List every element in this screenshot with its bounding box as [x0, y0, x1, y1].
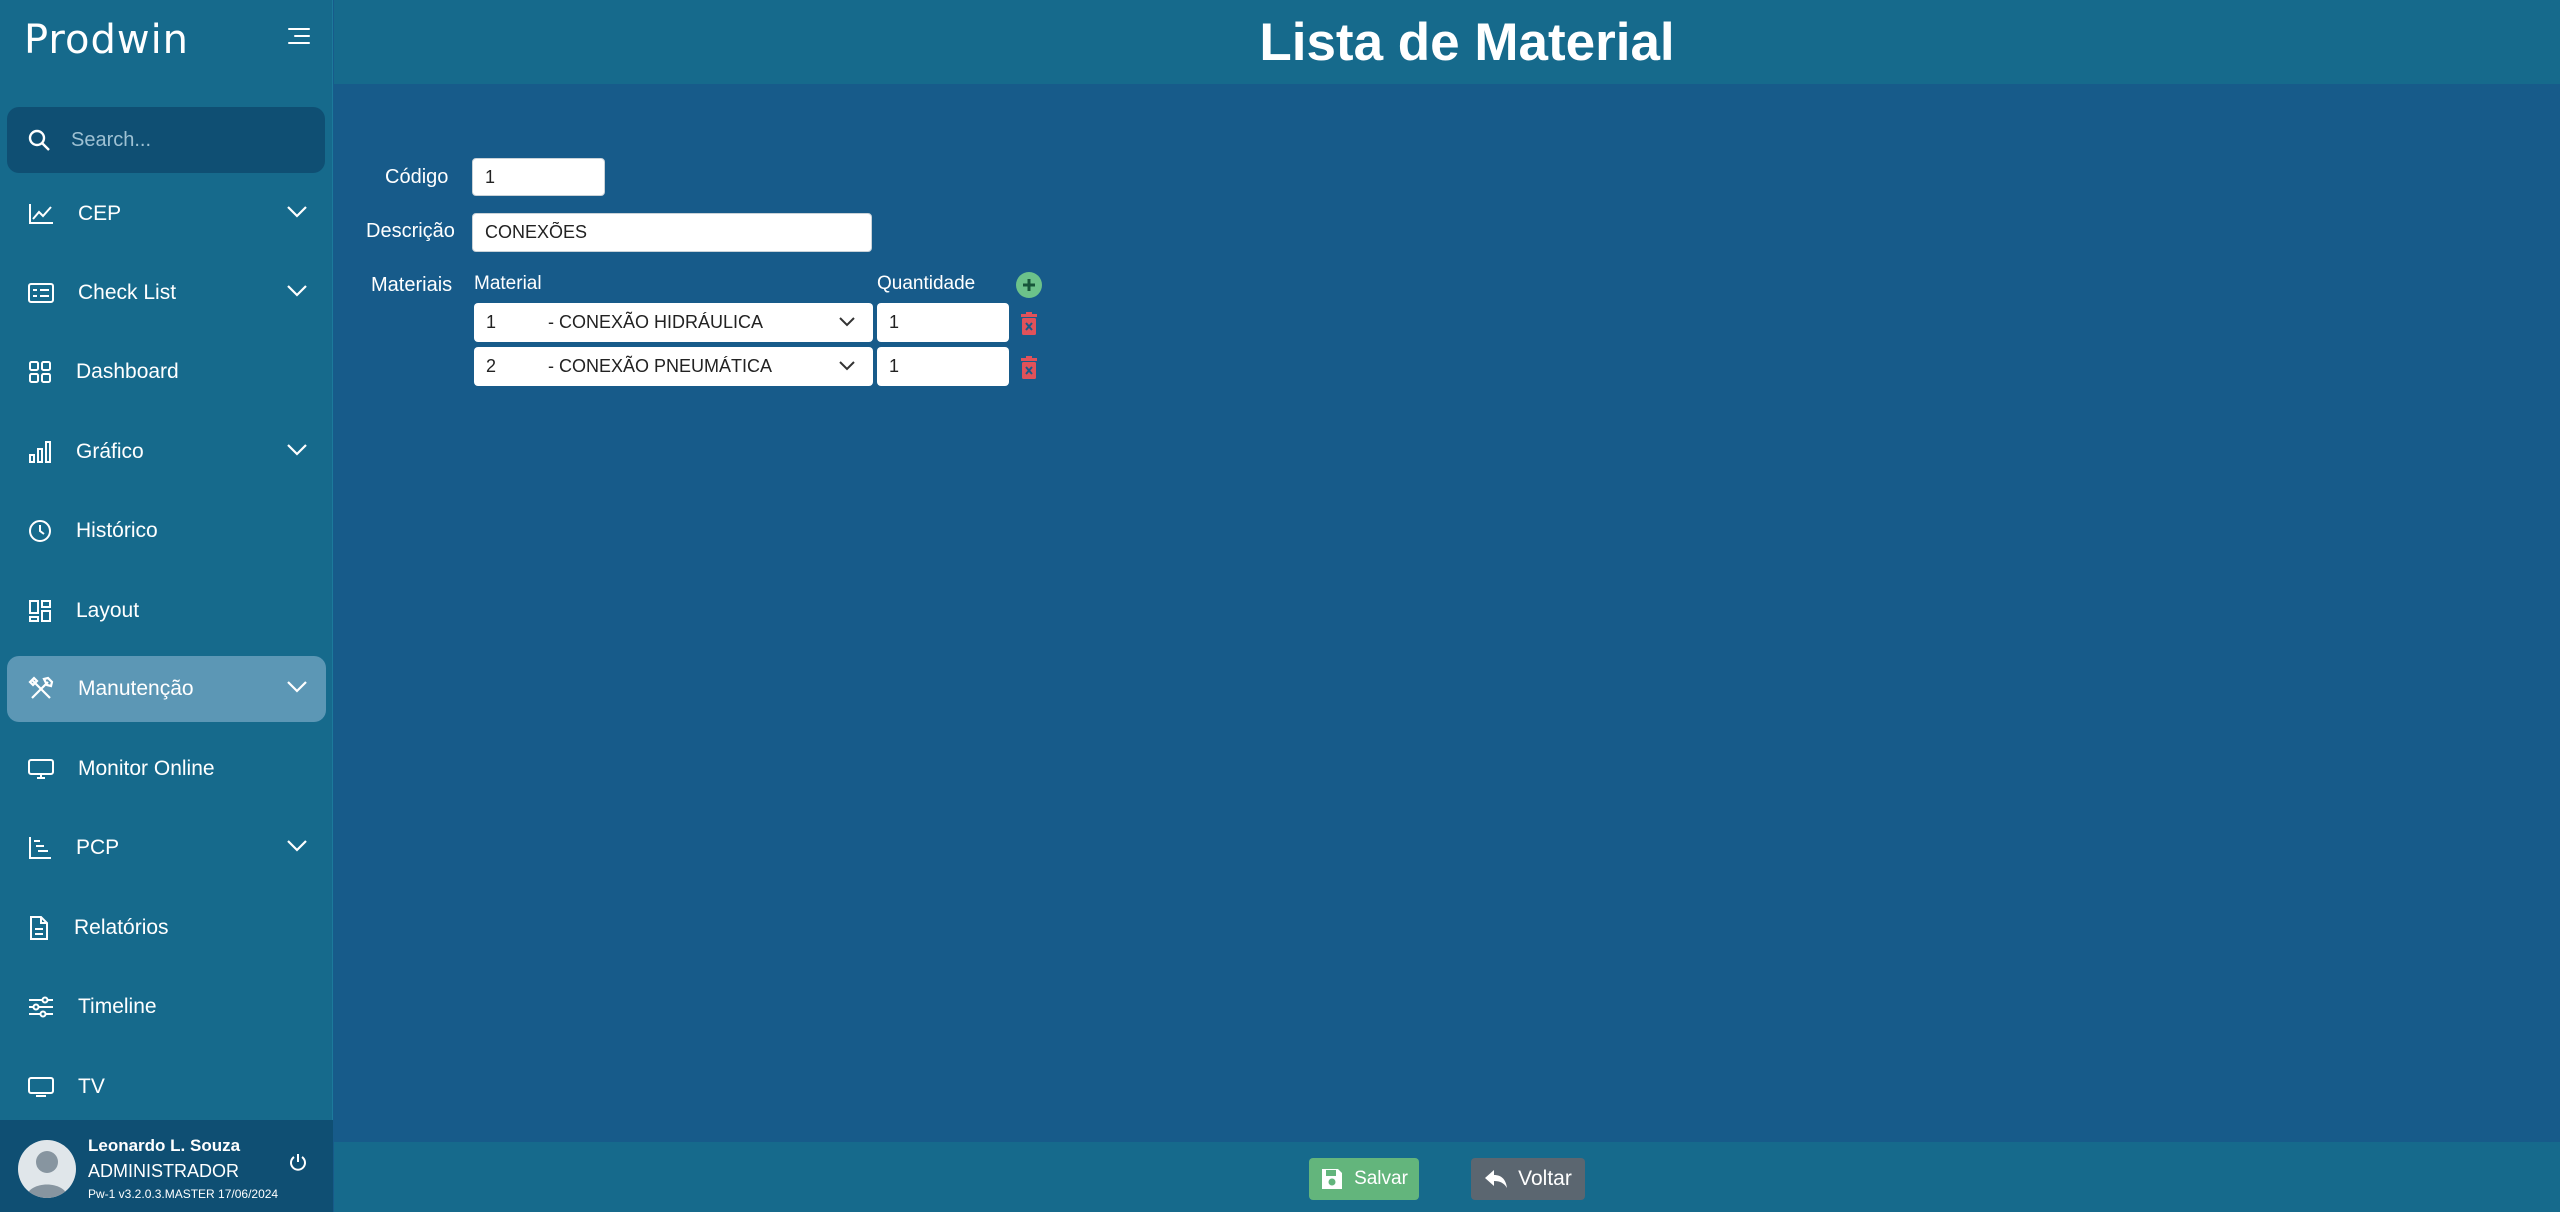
sidebar-item-label: Relatórios: [74, 915, 169, 939]
search-box: [7, 107, 325, 173]
user-role: ADMINISTRADOR: [88, 1161, 240, 1181]
sidebar-item-manutencao[interactable]: Manutenção: [7, 656, 326, 723]
quantidade-column-header: Quantidade: [877, 273, 976, 294]
menu-toggle-icon[interactable]: [288, 28, 310, 48]
tools-icon: [28, 676, 54, 700]
codigo-label: Código: [385, 166, 449, 188]
search-input[interactable]: [71, 128, 311, 152]
sidebar-item-historico[interactable]: Histórico: [0, 492, 333, 571]
document-icon: [30, 915, 48, 940]
user-panel: Leonardo L. Souza ADMINISTRADOR Pw-1 v3.…: [0, 1120, 333, 1212]
descricao-label: Descrição: [366, 220, 455, 242]
add-material-button[interactable]: [1016, 272, 1042, 298]
grid-icon: [29, 361, 51, 384]
delete-row-icon[interactable]: [1020, 312, 1038, 336]
avatar[interactable]: [18, 1140, 76, 1198]
back-label: Voltar: [1518, 1167, 1572, 1190]
materiais-label: Materiais: [371, 274, 453, 296]
save-label: Salvar: [1354, 1168, 1408, 1189]
material-column-header: Material: [474, 273, 542, 294]
sidebar-item-label: Dashboard: [76, 360, 179, 384]
sidebar-item-check-list[interactable]: Check List: [0, 253, 333, 332]
codigo-field[interactable]: [472, 158, 605, 196]
chevron-down-icon: [287, 444, 307, 456]
list-card-icon: [28, 283, 54, 304]
sidebar-item-label: Manutenção: [78, 677, 194, 701]
save-button[interactable]: Salvar: [1309, 1158, 1419, 1200]
sidebar-item-label: TV: [78, 1074, 105, 1098]
chevron-down-icon: [287, 681, 307, 693]
quantity-field[interactable]: 1: [877, 303, 1009, 342]
user-avatar-icon: [26, 1151, 68, 1198]
sidebar-item-label: Timeline: [78, 995, 157, 1019]
sidebar-item-label: CEP: [78, 201, 122, 225]
material-select[interactable]: 2 - CONEXÃO PNEUMÁTICA: [474, 347, 873, 386]
sidebar-item-label: PCP: [76, 836, 120, 860]
clock-icon: [29, 520, 51, 543]
sidebar-item-label: Monitor Online: [78, 757, 215, 781]
sidebar-item-label: Histórico: [76, 519, 158, 543]
sidebar-item-tv[interactable]: TV: [0, 1047, 333, 1126]
chevron-down-icon: [287, 285, 307, 297]
plus-icon: [1023, 279, 1035, 291]
sidebar-item-layout[interactable]: Layout: [0, 571, 333, 650]
sidebar-item-cep[interactable]: CEP: [0, 174, 333, 253]
delete-row-icon[interactable]: [1020, 356, 1038, 380]
page-title: Lista de Material: [1259, 12, 1675, 72]
descricao-field[interactable]: [472, 213, 872, 252]
sidebar-item-pcp[interactable]: PCP: [0, 809, 333, 888]
layout-icon: [29, 599, 51, 622]
material-code: 2: [486, 356, 497, 376]
sidebar-item-label: Check List: [78, 281, 177, 305]
sidebar-item-relatorios[interactable]: Relatórios: [0, 888, 333, 967]
tv-icon: [28, 1076, 54, 1097]
sidebar-item-timeline[interactable]: Timeline: [0, 968, 333, 1047]
back-button[interactable]: Voltar: [1471, 1158, 1585, 1200]
material-select[interactable]: 1 - CONEXÃO HIDRÁULICA: [474, 303, 873, 342]
material-name: - CONEXÃO HIDRÁULICA: [548, 312, 764, 332]
material-name: - CONEXÃO PNEUMÁTICA: [548, 356, 773, 376]
chevron-down-icon: [287, 205, 307, 218]
sidebar-item-label: Layout: [76, 598, 140, 622]
chevron-down-icon: [287, 840, 307, 852]
sidebar: Prodwin CEP Check List Dashboard Gráfico: [0, 0, 333, 1212]
footer-bar: Salvar Voltar: [334, 1142, 2560, 1212]
gantt-icon: [29, 837, 51, 860]
reply-arrow-icon: [1485, 1170, 1508, 1188]
sidebar-item-dashboard[interactable]: Dashboard: [0, 333, 333, 412]
floppy-disk-icon: [1322, 1169, 1343, 1189]
line-chart-icon: [29, 203, 53, 224]
sidebar-item-label: Gráfico: [76, 439, 144, 463]
user-name: Leonardo L. Souza: [88, 1136, 241, 1155]
monitor-icon: [28, 759, 54, 780]
brand-logo[interactable]: Prodwin: [24, 10, 189, 70]
power-icon[interactable]: [288, 1152, 308, 1172]
app-version: Pw-1 v3.2.0.3.MASTER 17/06/2024: [88, 1187, 279, 1201]
page-header: Lista de Material: [334, 0, 2560, 84]
sidebar-nav: CEP Check List Dashboard Gráfico Históri…: [0, 174, 333, 1126]
quantity-field[interactable]: 1: [877, 347, 1009, 386]
material-code: 1: [486, 312, 497, 332]
chevron-down-icon: [839, 316, 855, 326]
chevron-down-icon: [839, 360, 855, 370]
sidebar-item-grafico[interactable]: Gráfico: [0, 412, 333, 491]
search-icon: [28, 129, 50, 151]
sidebar-item-monitor-online[interactable]: Monitor Online: [0, 729, 333, 808]
sliders-icon: [29, 996, 53, 1018]
brand-name: Prodwin: [24, 17, 190, 63]
bar-chart-icon: [29, 440, 51, 463]
